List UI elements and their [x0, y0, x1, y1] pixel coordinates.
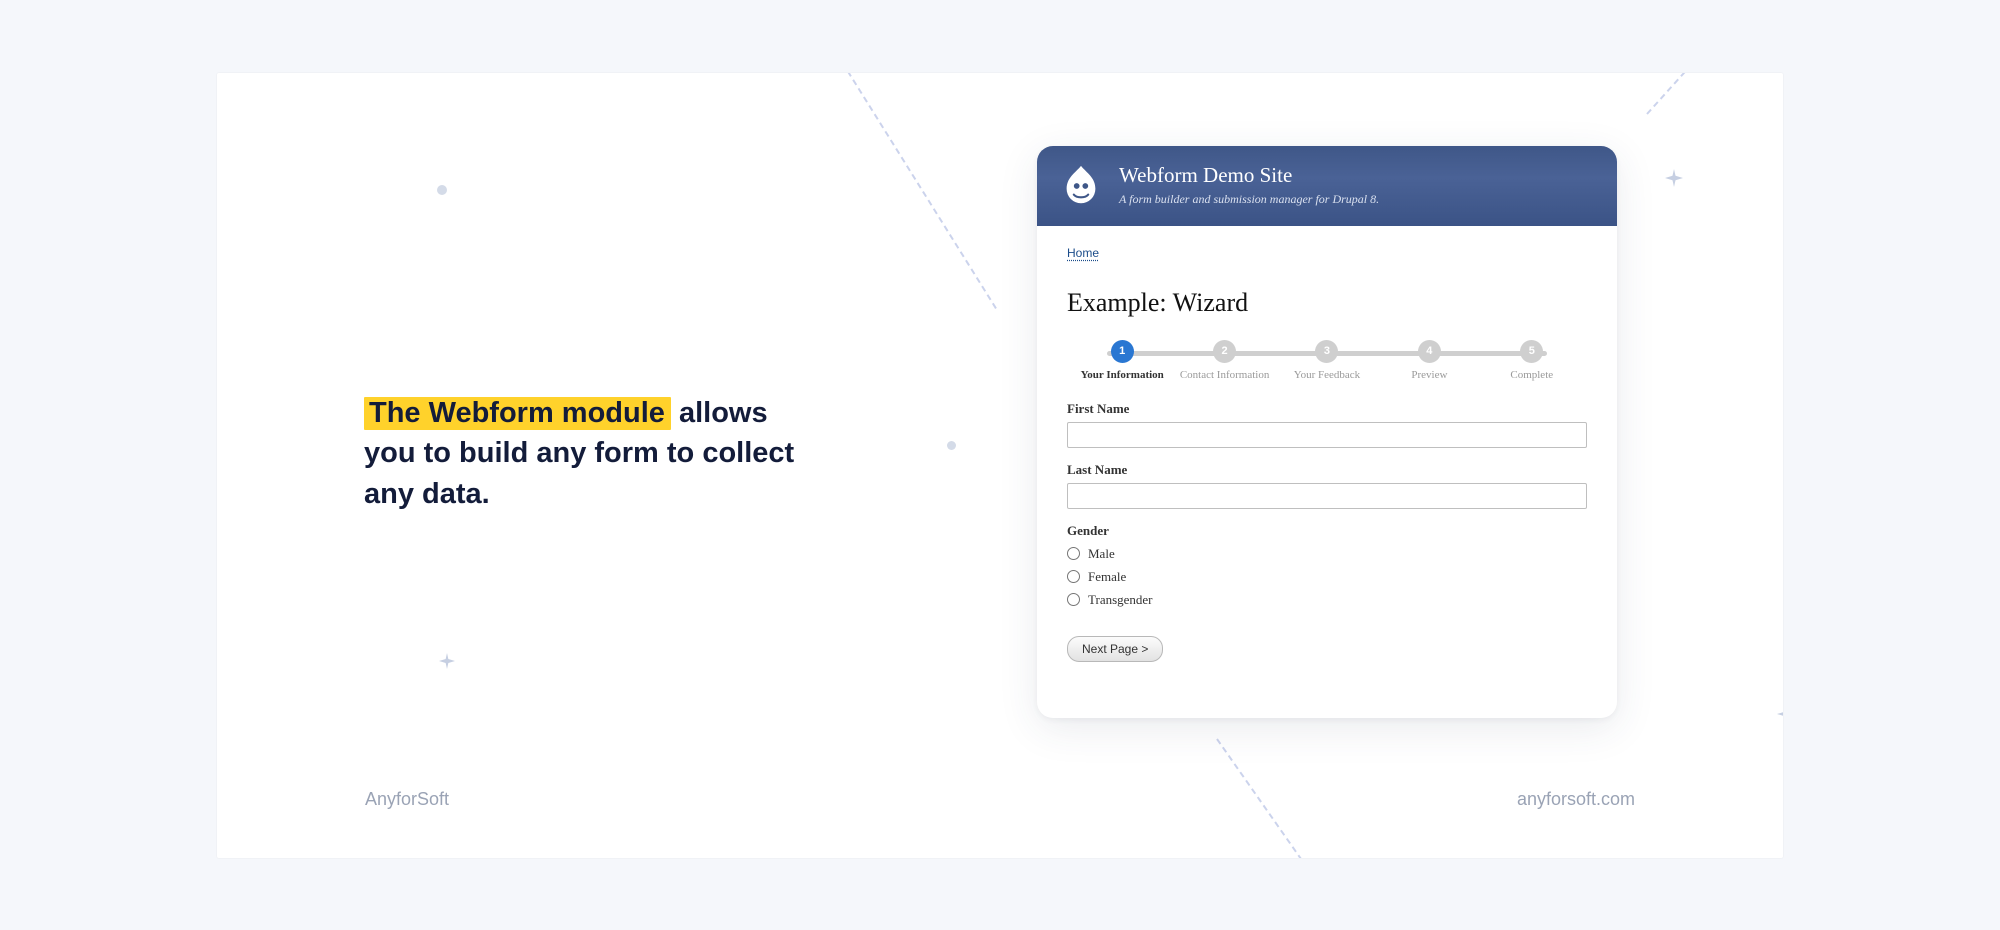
decorative-dash-line	[1646, 73, 1783, 115]
step-label: Your Information	[1081, 369, 1164, 381]
first-name-field: First Name	[1067, 401, 1587, 448]
headline-text: any data.	[364, 478, 490, 510]
step-number: 4	[1418, 340, 1441, 363]
marketing-slide: The Webform module allows you to build a…	[217, 73, 1783, 858]
decorative-dash-line	[836, 73, 997, 309]
decorative-dot	[947, 441, 956, 450]
step-label: Preview	[1411, 369, 1447, 381]
step-your-feedback[interactable]: 3 Your Feedback	[1276, 340, 1378, 381]
gender-option-female[interactable]: Female	[1067, 569, 1587, 585]
step-label: Contact Information	[1180, 369, 1270, 381]
first-name-label: First Name	[1067, 401, 1587, 417]
webform-demo-card: Webform Demo Site A form builder and sub…	[1037, 146, 1617, 718]
wizard-steps: 1 Your Information 2 Contact Information…	[1067, 340, 1587, 387]
page-title: Example: Wizard	[1067, 288, 1587, 318]
gender-option-transgender[interactable]: Transgender	[1067, 592, 1587, 608]
step-complete[interactable]: 5 Complete	[1481, 340, 1583, 381]
last-name-input[interactable]	[1067, 483, 1587, 509]
headline-text: you to build any form to collect	[364, 437, 794, 469]
headline-highlight: The Webform module	[364, 397, 671, 430]
next-page-button[interactable]: Next Page >	[1067, 636, 1163, 662]
footer-brand: AnyforSoft	[365, 789, 449, 810]
site-subtitle: A form builder and submission manager fo…	[1119, 192, 1379, 207]
decorative-arc	[217, 73, 417, 273]
radio-label: Male	[1088, 546, 1115, 562]
site-title: Webform Demo Site	[1119, 164, 1379, 187]
gender-radio-transgender[interactable]	[1067, 593, 1080, 606]
step-number: 1	[1111, 340, 1134, 363]
headline: The Webform module allows you to build a…	[364, 393, 834, 515]
gender-radio-male[interactable]	[1067, 547, 1080, 560]
gender-field: Gender Male Female Transgender	[1067, 523, 1587, 608]
step-contact-information[interactable]: 2 Contact Information	[1173, 340, 1275, 381]
radio-label: Female	[1088, 569, 1126, 585]
step-your-information[interactable]: 1 Your Information	[1071, 340, 1173, 381]
step-label: Complete	[1510, 369, 1553, 381]
last-name-field: Last Name	[1067, 462, 1587, 509]
decorative-dot	[437, 185, 447, 195]
breadcrumb-home-link[interactable]: Home	[1067, 246, 1099, 260]
sparkle-icon	[439, 653, 455, 669]
step-number: 5	[1520, 340, 1543, 363]
sparkle-icon	[1777, 701, 1783, 727]
headline-text: allows	[671, 397, 768, 429]
last-name-label: Last Name	[1067, 462, 1587, 478]
step-label: Your Feedback	[1294, 369, 1360, 381]
first-name-input[interactable]	[1067, 422, 1587, 448]
gender-option-male[interactable]: Male	[1067, 546, 1587, 562]
breadcrumb: Home	[1067, 244, 1587, 262]
sparkle-icon	[1665, 169, 1683, 187]
decorative-dash-line	[1216, 738, 1401, 858]
radio-label: Transgender	[1088, 592, 1153, 608]
step-number: 2	[1213, 340, 1236, 363]
card-header: Webform Demo Site A form builder and sub…	[1037, 146, 1617, 226]
gender-label: Gender	[1067, 523, 1587, 539]
gender-radio-female[interactable]	[1067, 570, 1080, 583]
drupal-logo-icon	[1057, 162, 1105, 210]
step-preview[interactable]: 4 Preview	[1378, 340, 1480, 381]
step-number: 3	[1315, 340, 1338, 363]
footer-url: anyforsoft.com	[1517, 789, 1635, 810]
